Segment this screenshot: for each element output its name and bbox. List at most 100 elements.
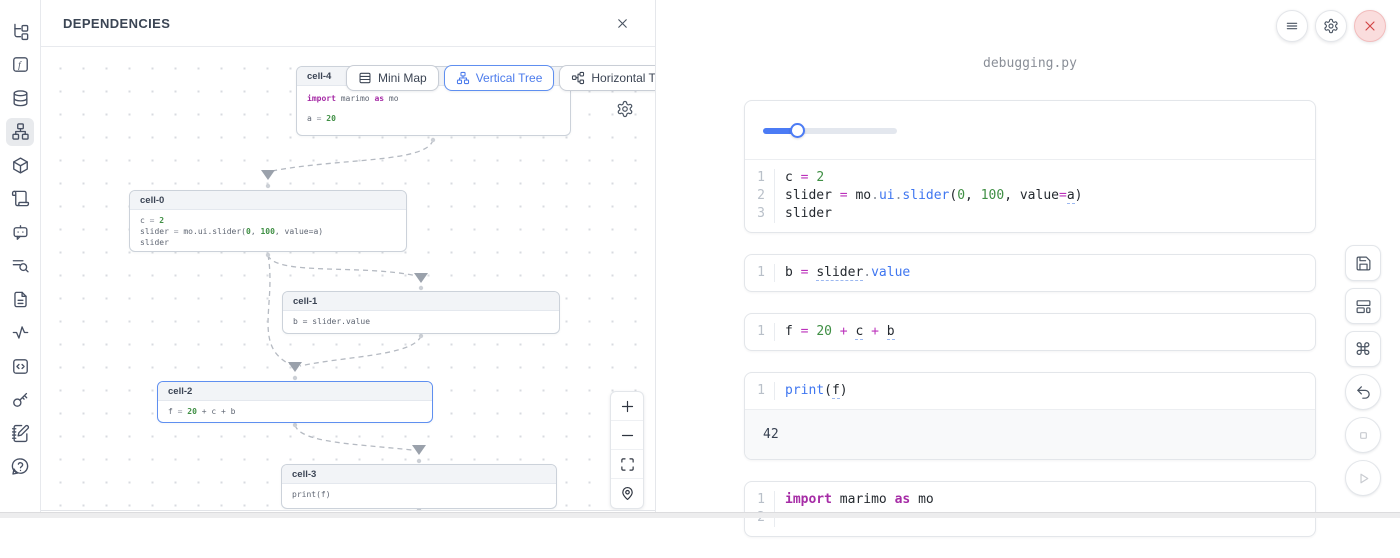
svg-text:f: f (18, 60, 22, 71)
print-cell: 1print(f)42 (744, 372, 1316, 460)
file-text-icon (11, 290, 30, 309)
layout-icon (1355, 298, 1372, 315)
graph-node-cell-0[interactable]: cell-0c = 2slider = mo.ui.slider(0, 100,… (129, 190, 407, 252)
graph-node-code: print(f) (282, 484, 556, 505)
graph-node-cell-2[interactable]: cell-2f = 20 + c + b (157, 381, 433, 423)
line-number: 1 (745, 323, 775, 341)
sidebar-item-snippets[interactable] (6, 352, 34, 380)
graph-settings-button[interactable] (616, 100, 638, 122)
fit-view-button[interactable] (611, 450, 643, 479)
code-token: + (871, 324, 879, 339)
network-icon (11, 122, 30, 141)
sidebar-item-secrets[interactable] (6, 386, 34, 414)
run-button[interactable] (1345, 460, 1381, 496)
code-token: print (785, 383, 824, 398)
slider-thumb[interactable] (790, 123, 805, 138)
sidebar-item-notebook[interactable] (6, 419, 34, 447)
activity-icon (11, 323, 30, 342)
sidebar-rail: f (0, 0, 41, 518)
mini-map-button[interactable]: Mini Map (346, 65, 439, 91)
sidebar-item-chat[interactable] (6, 218, 34, 246)
code-token: marimo (832, 492, 895, 507)
code-token: . (863, 265, 871, 280)
code-token: f (832, 383, 840, 399)
sidebar-item-datasources[interactable] (6, 84, 34, 112)
sidebar-item-dependencies[interactable] (6, 118, 34, 146)
code-token: mo.ui.slider( (179, 227, 246, 236)
code-token: , value (1004, 188, 1059, 203)
code-line[interactable]: import marimo as mo (775, 491, 934, 509)
code-line[interactable]: b = slider.value (775, 264, 910, 282)
horizontal-tree-button[interactable]: Horizontal Tree (559, 65, 655, 91)
code-token: ) (1075, 188, 1083, 203)
code-token: slider (140, 238, 169, 247)
layout-button[interactable] (1345, 288, 1381, 324)
slider-widget[interactable] (763, 123, 897, 138)
code-editor[interactable]: 1import marimo as mo2 (745, 482, 1315, 536)
graph-node-title: cell-2 (158, 382, 432, 401)
window-bottom-edge (0, 512, 1400, 518)
maximize-icon (620, 457, 635, 472)
line-number: 1 (745, 491, 775, 509)
graph-node-cell-1[interactable]: cell-1b = slider.value (282, 291, 560, 334)
notebook-menu-button[interactable] (1276, 10, 1308, 42)
code-line[interactable]: slider = mo.ui.slider(0, 100, value=a) (775, 187, 1082, 205)
plus-icon (620, 399, 635, 414)
dependency-graph-canvas[interactable]: cell-4import marimo as moa = 20cell-0c =… (41, 47, 655, 511)
window-controls (1276, 10, 1386, 42)
code-token: 20 (326, 114, 336, 123)
notebook-settings-button[interactable] (1315, 10, 1347, 42)
file-tree-icon (11, 22, 30, 41)
undo-button[interactable] (1345, 374, 1381, 410)
graph-node-cell-3[interactable]: cell-3print(f) (281, 464, 557, 509)
close-panel-button[interactable] (611, 12, 633, 34)
locate-button[interactable] (611, 479, 643, 508)
graph-view-toolbar: Mini Map Vertical Tree Horizontal Tree (346, 65, 655, 91)
notebook-filename: debugging.py (744, 56, 1316, 71)
code-token: 100 (981, 188, 1004, 203)
stop-button[interactable] (1345, 417, 1381, 453)
code-line[interactable]: print(f) (775, 382, 848, 400)
slider-cell: 1c = 22slider = mo.ui.slider(0, 100, val… (744, 100, 1316, 233)
save-button[interactable] (1345, 245, 1381, 281)
zoom-out-button[interactable] (611, 421, 643, 450)
gear-icon (616, 100, 634, 118)
sidebar-item-scratchpad-search[interactable] (6, 252, 34, 280)
b-cell: 1b = slider.value (744, 254, 1316, 292)
graph-node-code: import marimo as moa = 20 (297, 86, 570, 134)
code-token: c (785, 170, 801, 185)
code-token: f (168, 407, 178, 416)
play-icon (1355, 470, 1372, 487)
code-token: + (840, 324, 848, 339)
code-token: f (785, 324, 801, 339)
code-token: ) (840, 383, 848, 398)
sidebar-item-packages[interactable] (6, 151, 34, 179)
zoom-in-button[interactable] (611, 392, 643, 421)
code-line[interactable]: f = 20 + c + b (775, 323, 895, 341)
line-number: 3 (745, 205, 775, 223)
code-token (832, 324, 840, 339)
code-line[interactable]: slider (775, 205, 832, 223)
shutdown-button[interactable] (1354, 10, 1386, 42)
sidebar-item-help[interactable] (6, 453, 34, 481)
code-editor[interactable]: 1b = slider.value (745, 255, 1315, 291)
code-line[interactable]: c = 2 (775, 169, 824, 187)
code-editor[interactable]: 1print(f) (745, 373, 1315, 409)
graph-node-title: cell-1 (283, 292, 559, 311)
code-token: as (374, 94, 384, 103)
code-editor[interactable]: 1c = 22slider = mo.ui.slider(0, 100, val… (745, 160, 1315, 232)
sidebar-item-documentation[interactable] (6, 285, 34, 313)
sidebar-item-file-tree[interactable] (6, 17, 34, 45)
sidebar-item-tracing[interactable] (6, 319, 34, 347)
sidebar-item-logs[interactable] (6, 185, 34, 213)
vertical-tree-button[interactable]: Vertical Tree (444, 65, 555, 91)
code-editor[interactable]: 1f = 20 + c + b (745, 314, 1315, 350)
code-token (879, 324, 887, 339)
keyboard-shortcuts-button[interactable]: ⌘ (1345, 331, 1381, 367)
undo-icon (1355, 384, 1372, 401)
line-number: 1 (745, 264, 775, 282)
code-token: = (840, 188, 848, 203)
save-icon (1355, 255, 1372, 272)
line-number: 1 (745, 169, 775, 187)
sidebar-item-variables[interactable]: f (6, 51, 34, 79)
